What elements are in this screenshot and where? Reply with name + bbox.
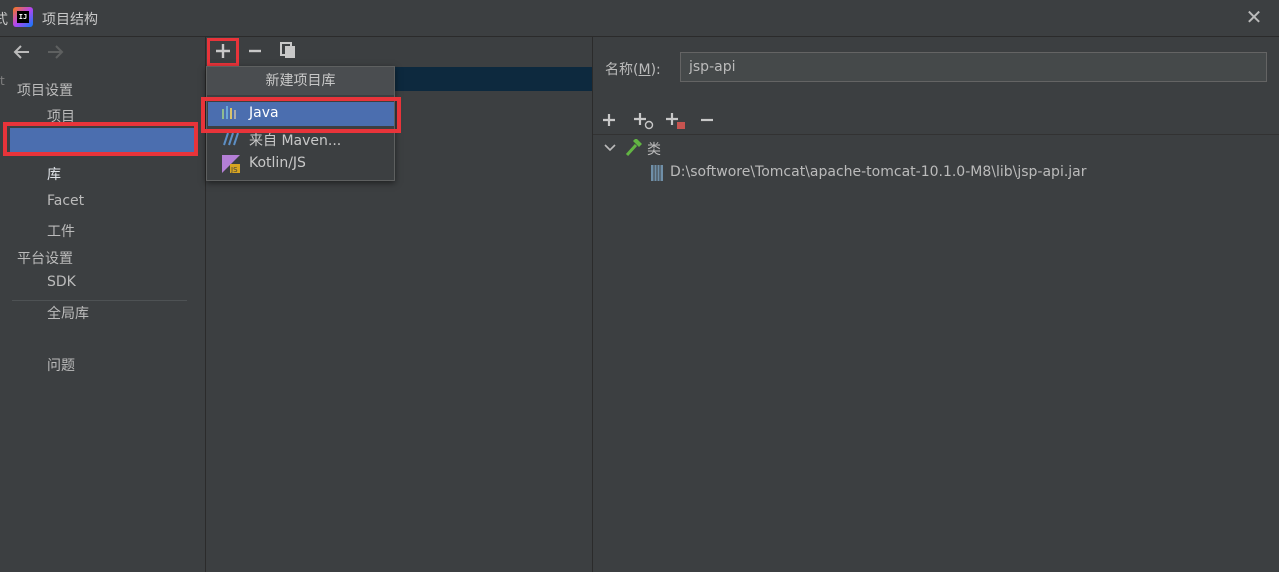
annotation-highlight-java — [201, 97, 401, 133]
maven-icon — [222, 131, 240, 151]
nav-item-sdk[interactable]: SDK — [47, 274, 76, 290]
kotlin-js-icon: JS — [222, 155, 240, 177]
nav-item-facets[interactable]: Facet — [47, 193, 84, 209]
title-bar — [0, 0, 1279, 37]
window-title: 项目结构 — [42, 12, 98, 28]
add-jar-icon[interactable] — [632, 110, 654, 130]
right-toolbar-divider — [593, 134, 1279, 135]
name-label: 名称(M): — [605, 62, 661, 78]
popup-title: 新建项目库 — [207, 67, 394, 95]
annotation-highlight-libraries — [3, 122, 198, 156]
library-details-panel — [593, 37, 1279, 572]
hammer-icon — [624, 138, 644, 161]
remove-icon[interactable] — [697, 110, 717, 130]
nav-item-global-libraries[interactable]: 全局库 — [47, 303, 89, 323]
copy-icon[interactable] — [278, 40, 298, 60]
add-directory-icon[interactable] — [664, 110, 685, 130]
nav-item-problems[interactable]: 问题 — [47, 355, 75, 375]
jar-icon — [650, 164, 664, 186]
nav-item-artifacts[interactable]: 工件 — [47, 221, 75, 241]
project-settings-header: 项目设置 — [17, 83, 73, 99]
popup-item-kotlin-js[interactable]: Kotlin/JS — [249, 155, 306, 171]
left-navigation — [0, 37, 206, 572]
chevron-down-icon[interactable] — [603, 141, 617, 159]
annotation-highlight-add — [207, 38, 239, 66]
arrow-right-icon[interactable] — [45, 41, 65, 68]
svg-text:JS: JS — [230, 166, 238, 173]
popup-item-maven[interactable]: 来自 Maven... — [249, 130, 341, 150]
nav-divider — [12, 300, 187, 301]
tree-node-jar-path[interactable]: D:\softwore\Tomcat\apache-tomcat-10.1.0-… — [670, 164, 1087, 180]
clipped-title-fragment: 式 — [0, 12, 8, 28]
platform-settings-header: 平台设置 — [17, 251, 73, 267]
add-icon[interactable] — [599, 110, 619, 130]
close-icon[interactable]: ✕ — [1244, 7, 1264, 27]
arrow-left-icon[interactable] — [12, 41, 32, 68]
tree-node-classes[interactable]: 类 — [647, 139, 661, 159]
remove-icon[interactable] — [245, 41, 265, 61]
stray-char: t — [0, 74, 5, 88]
library-name-input[interactable] — [680, 52, 1267, 82]
intellij-logo-icon: IJ — [13, 7, 33, 27]
nav-item-libraries[interactable]: 库 — [47, 164, 61, 184]
